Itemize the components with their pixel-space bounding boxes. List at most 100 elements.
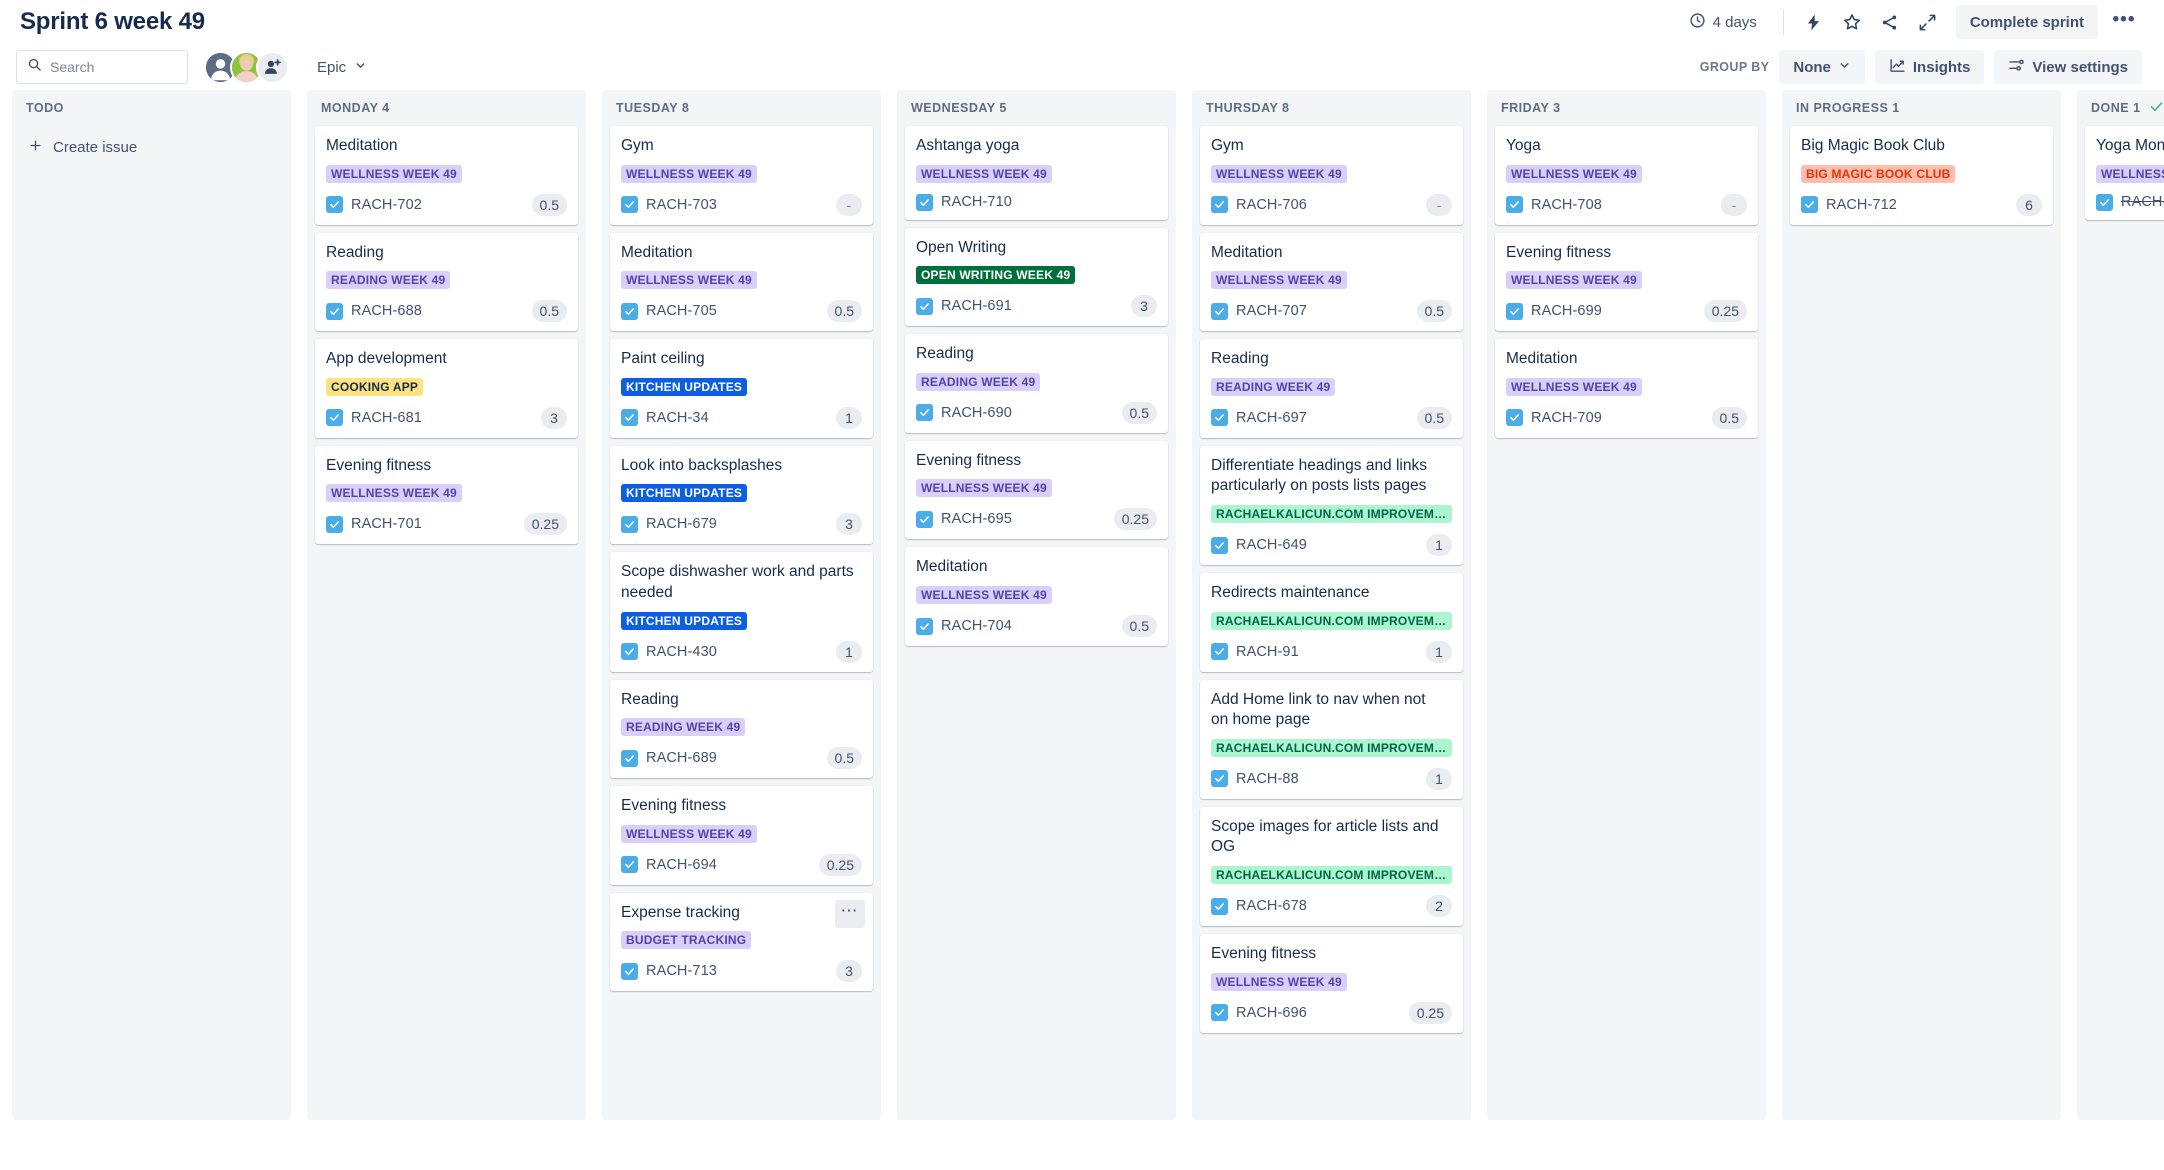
header-more-button[interactable]: ••• (2106, 5, 2142, 39)
epic-label[interactable]: BUDGET TRACKING (621, 931, 752, 950)
epic-label[interactable]: WELLNESS WEEK 49 (916, 164, 1052, 183)
add-person-icon[interactable] (256, 50, 289, 84)
issue-card[interactable]: Add Home link to nav when not on home pa… (1200, 679, 1463, 799)
issue-key[interactable]: RACH-649 (1236, 537, 1307, 553)
epic-label[interactable]: KITCHEN UPDATES (621, 611, 748, 630)
epic-label[interactable]: WELLNESS WEEK 49 (1506, 164, 1642, 183)
story-point-estimate[interactable]: 0.25 (818, 853, 862, 876)
epic-label[interactable]: WELLNESS WEEK 49 (621, 164, 757, 183)
epic-label[interactable]: RACHAELKALICUN.COM IMPROVEMEN… (1211, 505, 1452, 524)
story-point-estimate[interactable]: 2 (1426, 895, 1452, 918)
issue-card[interactable]: Scope images for article lists and OG RAC… (1200, 806, 1463, 927)
issue-card[interactable]: Reading READING WEEK 49 RACH-697 0.5 (1200, 339, 1463, 438)
issue-key[interactable]: RACH-701 (351, 516, 422, 532)
epic-label[interactable]: WELLNESS WEEK 49 (1211, 271, 1347, 290)
epic-label[interactable]: WELLNESS WEEK 49 (1211, 972, 1347, 991)
issue-card[interactable]: Open Writing OPEN WRITING WEEK 49 RACH-691… (905, 227, 1168, 327)
story-point-estimate[interactable]: 0.5 (1416, 406, 1452, 429)
issue-key[interactable]: RACH-708 (1531, 197, 1602, 213)
issue-key[interactable]: RACH-430 (646, 644, 717, 660)
story-point-estimate[interactable]: 0.25 (1408, 1001, 1452, 1024)
story-point-estimate[interactable]: 1 (1426, 767, 1452, 790)
issue-key[interactable]: RACH-34 (646, 410, 709, 426)
issue-card[interactable]: Evening fitness WELLNESS WEEK 49 RACH-694 0… (610, 786, 873, 885)
story-point-estimate[interactable]: 0.5 (826, 300, 862, 323)
story-point-estimate[interactable]: - (1721, 193, 1747, 216)
share-icon[interactable] (1872, 5, 1908, 39)
story-point-estimate[interactable]: 0.5 (1121, 615, 1157, 638)
story-point-estimate[interactable]: 0.5 (826, 747, 862, 770)
star-icon[interactable] (1834, 5, 1870, 39)
search-box[interactable] (16, 50, 188, 84)
story-point-estimate[interactable]: 3 (1131, 295, 1157, 318)
issue-card[interactable]: Evening fitness WELLNESS WEEK 49 RACH-699 0… (1495, 232, 1758, 332)
issue-card[interactable]: Gym WELLNESS WEEK 49 RACH-703 - (610, 126, 873, 225)
epic-label[interactable]: WELLNESS WEEK 49 (1506, 271, 1642, 290)
issue-card[interactable]: Meditation WELLNESS WEEK 49 RACH-709 0.5 (1495, 339, 1758, 438)
issue-key[interactable]: RACH-681 (351, 410, 422, 426)
epic-label[interactable]: OPEN WRITING WEEK 49 (916, 266, 1076, 285)
issue-card[interactable]: Redirects maintenance RACHAELKALICUN.COM … (1200, 573, 1463, 672)
epic-label[interactable]: BIG MAGIC BOOK CLUB (1801, 164, 1956, 183)
issue-card[interactable]: Differentiate headings and links particu… (1200, 445, 1463, 566)
epic-label[interactable]: WELLNESS WEEK 49 (916, 586, 1052, 605)
issue-key[interactable]: RACH-696 (1236, 1005, 1307, 1021)
issue-card[interactable]: Evening fitness WELLNESS WEEK 49 RACH-695 0… (905, 440, 1168, 540)
issue-key[interactable]: RACH-711 (2121, 194, 2164, 210)
issue-key[interactable]: RACH-699 (1531, 303, 1602, 319)
story-point-estimate[interactable]: 0.5 (531, 193, 567, 216)
epic-label[interactable]: WELLNESS WEEK 49 (1506, 377, 1642, 396)
epic-label[interactable]: KITCHEN UPDATES (621, 484, 748, 503)
create-issue-button[interactable]: Create issue (20, 130, 283, 165)
search-input[interactable] (50, 59, 177, 75)
story-point-estimate[interactable]: 6 (2016, 193, 2042, 216)
story-point-estimate[interactable]: 0.5 (1416, 300, 1452, 323)
issue-card[interactable]: Meditation WELLNESS WEEK 49 RACH-702 0.5 (315, 126, 578, 225)
issue-key[interactable]: RACH-678 (1236, 898, 1307, 914)
story-point-estimate[interactable]: 0.5 (1711, 406, 1747, 429)
issue-key[interactable]: RACH-695 (941, 511, 1012, 527)
issue-key[interactable]: RACH-704 (941, 618, 1012, 634)
issue-card[interactable]: Yoga WELLNESS WEEK 49 RACH-708 - (1495, 126, 1758, 225)
issue-key[interactable]: RACH-91 (1236, 644, 1299, 660)
lightning-icon[interactable] (1796, 5, 1832, 39)
issue-key[interactable]: RACH-706 (1236, 197, 1307, 213)
issue-card[interactable]: Meditation WELLNESS WEEK 49 RACH-707 0.5 (1200, 232, 1463, 332)
issue-key[interactable]: RACH-713 (646, 963, 717, 979)
issue-card[interactable]: Evening fitness WELLNESS WEEK 49 RACH-696 0… (1200, 934, 1463, 1033)
epic-label[interactable]: WELLNESS WEEK 49 (326, 164, 462, 183)
issue-card[interactable]: Ashtanga yoga WELLNESS WEEK 49 RACH-710 (905, 126, 1168, 220)
issue-card-menu-button[interactable]: ⋯ (835, 899, 865, 928)
story-point-estimate[interactable]: 0.25 (523, 513, 567, 536)
story-point-estimate[interactable]: 0.5 (1121, 401, 1157, 424)
complete-sprint-button[interactable]: Complete sprint (1955, 5, 2098, 39)
epic-label[interactable]: READING WEEK 49 (621, 718, 746, 737)
epic-label[interactable]: RACHAELKALICUN.COM IMPROVEMEN… (1211, 611, 1452, 630)
issue-card[interactable]: Yoga Monday WELLNESS WEEK 49 RACH-711 (2085, 126, 2164, 220)
epic-label[interactable]: READING WEEK 49 (326, 271, 451, 290)
story-point-estimate[interactable]: 3 (836, 960, 862, 983)
issue-card[interactable]: Reading READING WEEK 49 RACH-690 0.5 (905, 334, 1168, 433)
epic-label[interactable]: WELLNESS WEEK 49 (621, 824, 757, 843)
issue-card[interactable]: Reading READING WEEK 49 RACH-688 0.5 (315, 232, 578, 332)
story-point-estimate[interactable]: 0.25 (1703, 300, 1747, 323)
issue-key[interactable]: RACH-689 (646, 750, 717, 766)
issue-card[interactable]: App development COOKING APP RACH-681 3 (315, 339, 578, 438)
issue-key[interactable]: RACH-691 (941, 298, 1012, 314)
issue-card[interactable]: Expense tracking ⋯ BUDGET TRACKING RACH-713… (610, 892, 873, 992)
group-by-dropdown[interactable]: None (1779, 50, 1865, 84)
story-point-estimate[interactable]: 1 (1426, 640, 1452, 663)
epic-label[interactable]: READING WEEK 49 (1211, 377, 1336, 396)
issue-card[interactable]: Evening fitness WELLNESS WEEK 49 RACH-701 0… (315, 445, 578, 545)
epic-label[interactable]: READING WEEK 49 (916, 372, 1041, 391)
story-point-estimate[interactable]: 3 (541, 406, 567, 429)
issue-key[interactable]: RACH-688 (351, 303, 422, 319)
issue-key[interactable]: RACH-712 (1826, 197, 1897, 213)
story-point-estimate[interactable]: 0.5 (531, 300, 567, 323)
epic-label[interactable]: WELLNESS WEEK 49 (1211, 164, 1347, 183)
story-point-estimate[interactable]: 1 (1426, 534, 1452, 557)
issue-card[interactable]: Scope dishwasher work and parts needed KI… (610, 552, 873, 672)
issue-card[interactable]: Reading READING WEEK 49 RACH-689 0.5 (610, 679, 873, 779)
story-point-estimate[interactable]: - (1426, 193, 1452, 216)
epic-label[interactable]: RACHAELKALICUN.COM IMPROVEMEN… (1211, 866, 1452, 885)
